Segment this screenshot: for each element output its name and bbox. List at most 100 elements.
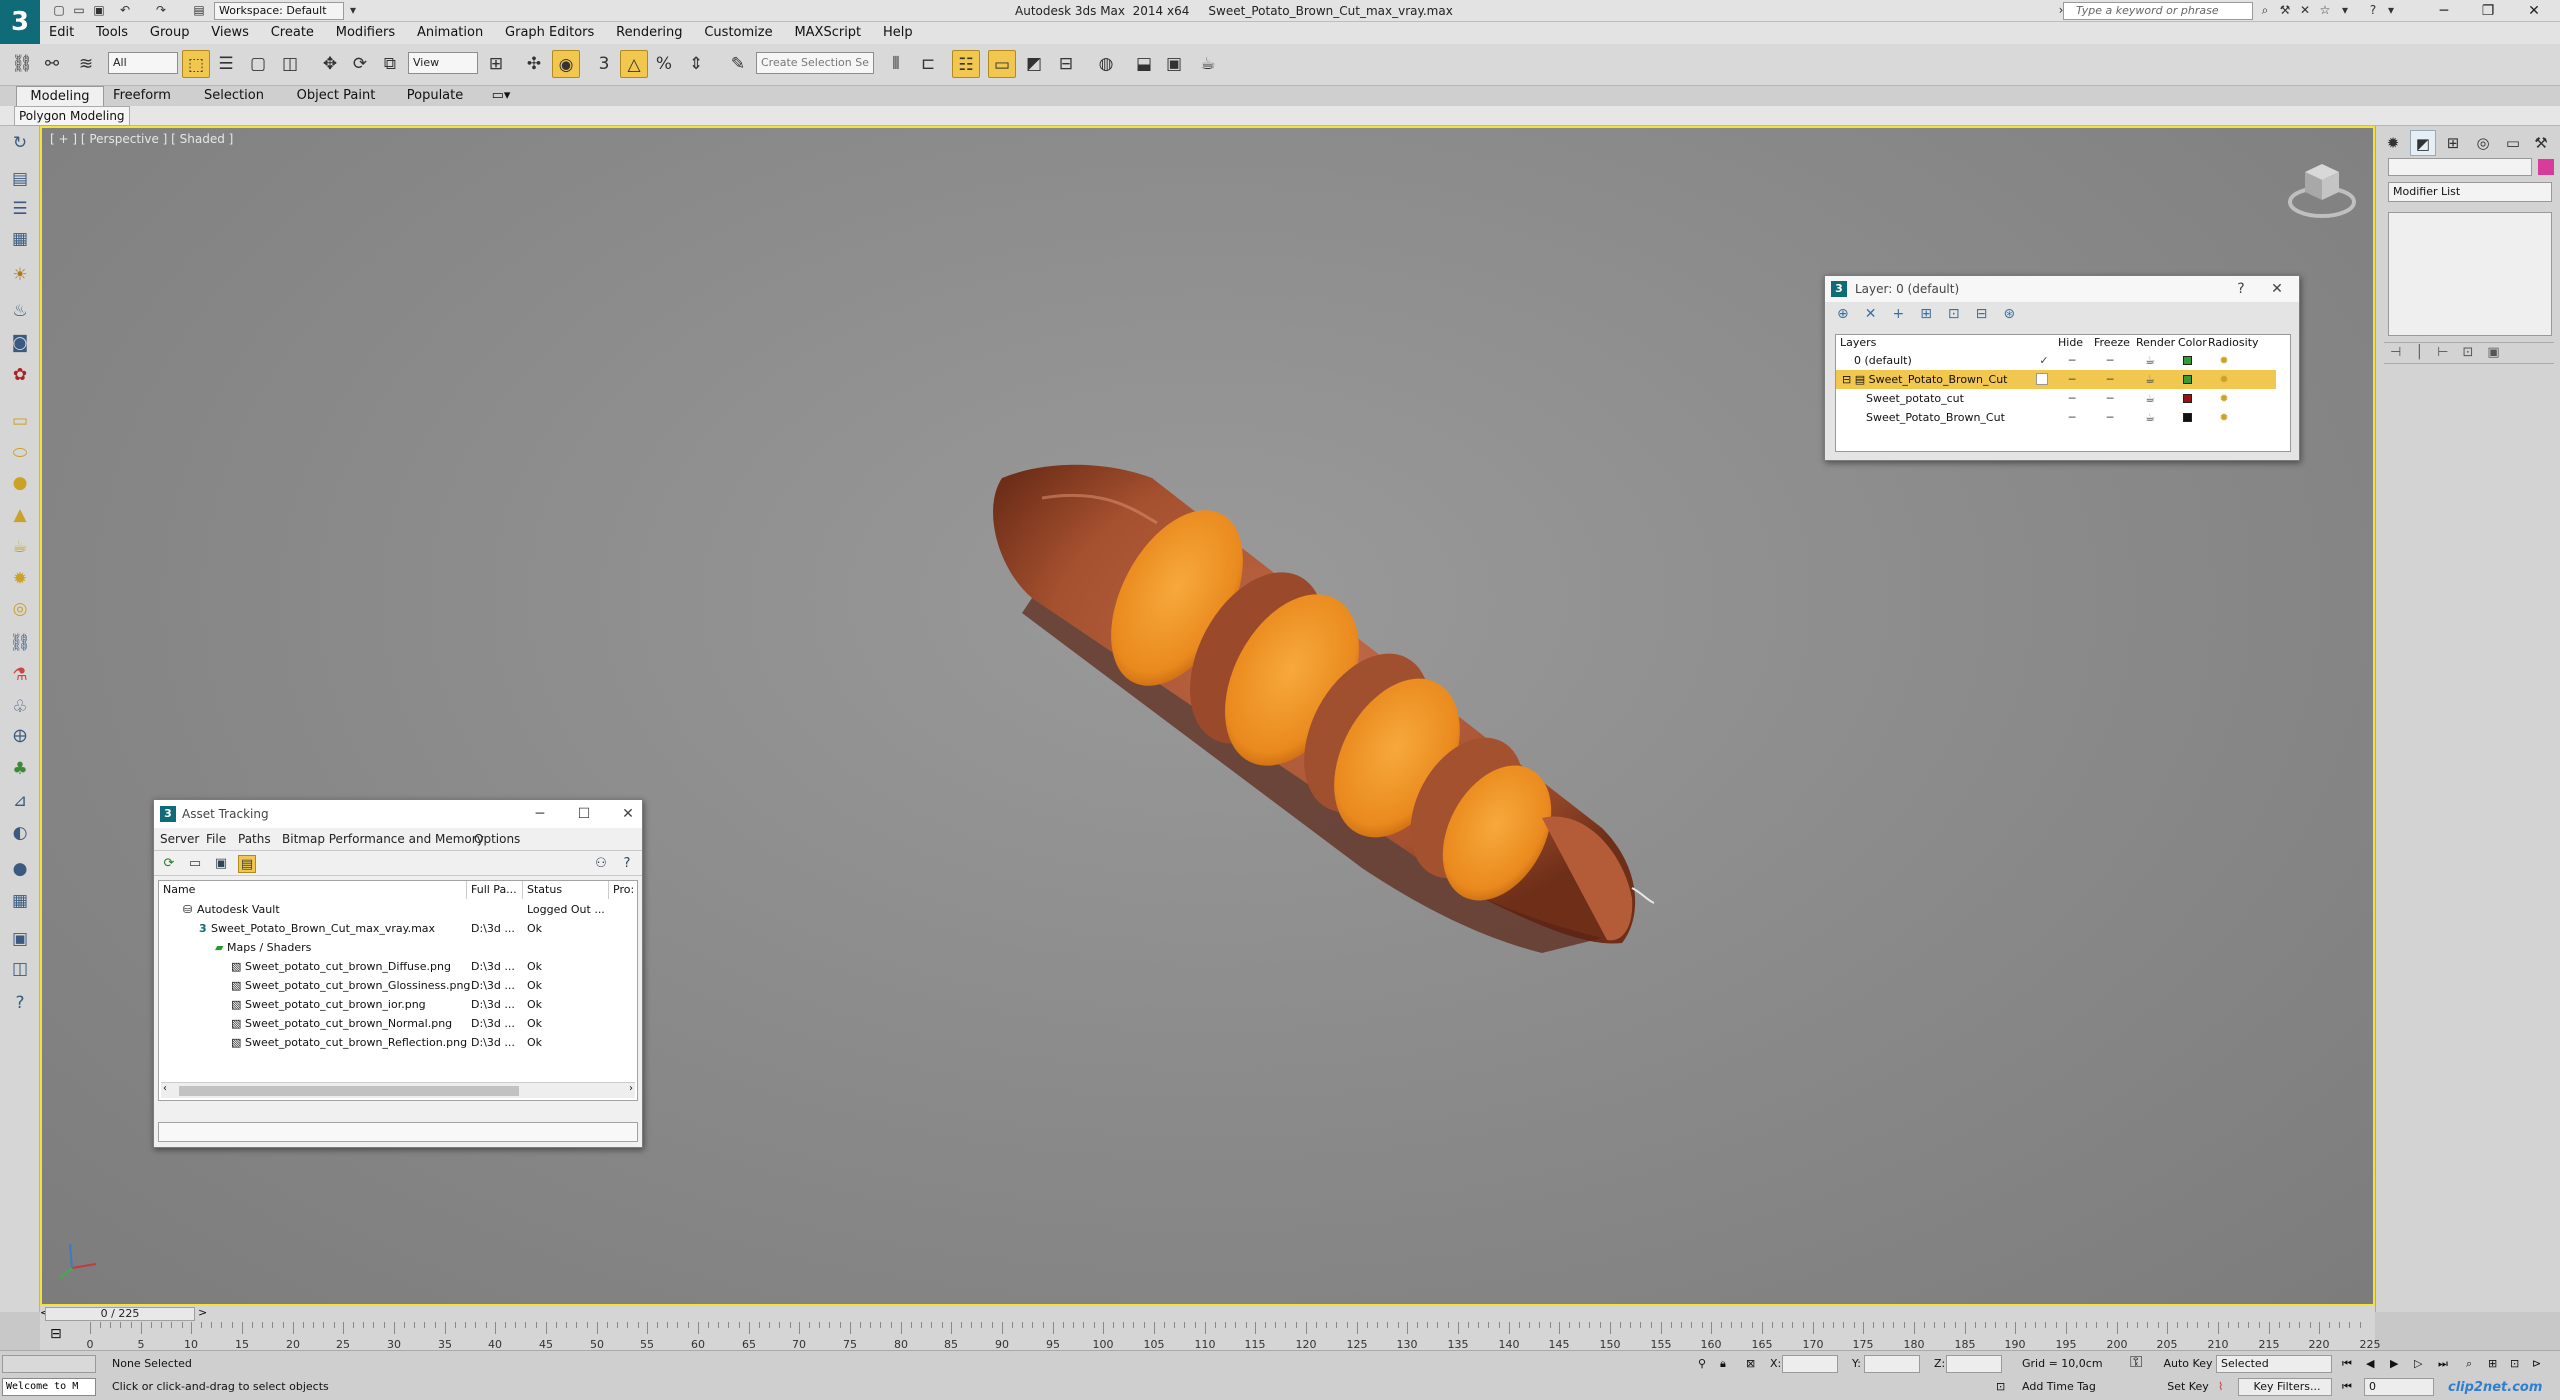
pivot-center-icon[interactable]: ⊞ — [482, 50, 510, 78]
render-teapot-icon[interactable]: ☕ — [2142, 389, 2158, 408]
foliage-icon[interactable]: ♣ — [6, 756, 34, 782]
freeze-toggle[interactable]: ─ — [2102, 408, 2118, 427]
layer-row[interactable]: 0 (default) ✓ ─ ─ ☕ ✹ — [1836, 351, 2276, 370]
column-name[interactable]: Name — [159, 881, 467, 899]
refresh-icon[interactable]: ⟳ — [160, 855, 178, 873]
open-file-icon[interactable]: ▭ — [70, 2, 88, 19]
column-render[interactable]: Render — [2136, 335, 2175, 351]
current-layer-check[interactable]: ✓ — [2036, 351, 2052, 370]
keyboard-shortcut-override-icon[interactable]: ◉ — [552, 50, 580, 78]
layer-dialog-title[interactable]: Layer: 0 (default) — [1825, 276, 2299, 302]
current-frame-field[interactable]: 0 — [2364, 1378, 2434, 1396]
undo-icon[interactable]: ↶ — [116, 2, 134, 19]
layer-color-swatch[interactable] — [2183, 356, 2192, 365]
menu-graph-editors[interactable]: Graph Editors — [496, 22, 603, 44]
column-color[interactable]: Color — [2178, 335, 2207, 351]
default-in-out-tangent-icon[interactable]: ⌇ — [2218, 1378, 2223, 1396]
key-mode-dropdown[interactable]: Selected — [2216, 1355, 2332, 1373]
asset-row[interactable]: ▰ Maps / Shaders — [159, 938, 637, 957]
help-search-input[interactable]: Type a keyword or phrase — [2063, 2, 2253, 20]
snaps-toggle-icon[interactable]: 3 — [590, 50, 618, 78]
asset-row[interactable]: ▧ Sweet_potato_cut_brown_Glossiness.png … — [159, 976, 637, 995]
stack-controls[interactable]: ⊣│⊢⊡▣ — [2384, 342, 2554, 364]
selection-filter-dropdown[interactable]: All — [108, 52, 178, 74]
menu-help[interactable]: Help — [874, 22, 922, 44]
help-icon[interactable]: ? — [2229, 276, 2253, 302]
project-folder-icon[interactable]: ▤ — [190, 2, 208, 19]
time-slider[interactable]: 0 / 225 — [45, 1307, 195, 1321]
mirror-icon[interactable]: ⫴ — [882, 50, 910, 78]
close-icon[interactable]: ✕ — [616, 801, 640, 827]
chevron-down-icon[interactable]: ▾ — [2382, 2, 2400, 19]
zoom-all-icon[interactable]: ⊞ — [2488, 1355, 2497, 1373]
list-view-icon[interactable]: ▭ — [186, 855, 204, 873]
sphere-icon[interactable]: ● — [6, 470, 34, 496]
menu-maxscript[interactable]: MAXScript — [785, 22, 870, 44]
current-layer-check[interactable] — [2036, 373, 2048, 385]
tab-object-paint[interactable]: Object Paint — [290, 86, 382, 106]
y-coord-field[interactable] — [1864, 1355, 1920, 1373]
key-mode-toggle-icon[interactable]: ⏮ — [2342, 1378, 2352, 1396]
menu-rendering[interactable]: Rendering — [607, 22, 691, 44]
x-coord-field[interactable] — [1782, 1355, 1838, 1373]
layer-row[interactable]: Sweet_Potato_Brown_Cut ─ ─ ☕ ✹ — [1836, 408, 2276, 427]
curve-editor-icon[interactable]: ◩ — [1020, 50, 1048, 78]
scroll-right-icon[interactable]: › — [629, 1083, 633, 1094]
torus-icon[interactable]: ◎ — [6, 596, 34, 622]
table-view-icon[interactable]: ▤ — [238, 855, 256, 873]
layer-manager-icon[interactable]: ☷ — [952, 50, 980, 78]
redo-icon[interactable]: ↷ — [152, 2, 170, 19]
time-tag-icon[interactable]: ⊡ — [1996, 1378, 2005, 1396]
orbit-icon[interactable]: ↻ — [6, 130, 34, 156]
maximize-icon[interactable]: ☐ — [572, 801, 596, 827]
asset-row[interactable]: ▧ Sweet_potato_cut_brown_ior.png D:\3d .… — [159, 995, 637, 1014]
render-icon[interactable]: ▣ — [6, 926, 34, 952]
help-circle-icon[interactable]: ? — [6, 990, 34, 1016]
layer-toolbar[interactable]: ⊕✕+⊞⊡⊟⊛ — [1825, 302, 2299, 326]
mini-curve-editor-icon[interactable]: ⊟ — [50, 1326, 62, 1342]
hide-toggle[interactable]: ─ — [2064, 408, 2080, 427]
cone-icon[interactable]: ▲ — [6, 502, 34, 528]
layer-color-swatch[interactable] — [2183, 394, 2192, 403]
sun-icon[interactable]: ✹ — [6, 566, 34, 592]
app-logo-icon[interactable]: 3 — [0, 0, 40, 44]
spinner-snap-icon[interactable]: ⇕ — [682, 50, 710, 78]
viewport-label[interactable]: [ + ] [ Perspective ] [ Shaded ] — [50, 132, 233, 146]
render-teapot-icon[interactable]: ☕ — [2142, 408, 2158, 427]
helpers-icon[interactable]: ⛓ — [6, 630, 34, 656]
rendered-frame-window-icon[interactable]: ▣ — [1160, 50, 1188, 78]
radiosity-icon[interactable]: ✹ — [2216, 408, 2232, 427]
column-radiosity[interactable]: Radiosity — [2208, 335, 2259, 351]
angle-snap-icon[interactable]: △ — [620, 50, 648, 78]
asset-row[interactable]: ▧ Sweet_potato_cut_brown_Diffuse.png D:\… — [159, 957, 637, 976]
sweet-potato-model[interactable] — [942, 448, 1682, 968]
slider-next-icon[interactable]: > — [198, 1306, 207, 1319]
rotate-icon[interactable]: ⟳ — [346, 50, 374, 78]
render-teapot-icon[interactable]: ☕ — [2142, 351, 2158, 370]
tools-icon[interactable]: ⚒ — [2276, 2, 2294, 19]
menu-modifiers[interactable]: Modifiers — [327, 22, 404, 44]
next-frame-icon[interactable]: ▷ — [2414, 1355, 2422, 1373]
scrollbar-thumb[interactable] — [179, 1086, 519, 1096]
minimize-icon[interactable]: ─ — [528, 801, 552, 827]
asset-row[interactable]: ⛁ Autodesk Vault Logged Out ... — [159, 900, 637, 919]
render-window-icon[interactable]: ◫ — [6, 956, 34, 982]
percent-snap-icon[interactable]: % — [650, 50, 678, 78]
freeze-toggle[interactable]: ─ — [2102, 389, 2118, 408]
teapot-icon[interactable]: ♨ — [6, 298, 34, 324]
calculator-icon[interactable]: ▦ — [6, 888, 34, 914]
particles-icon[interactable]: ⚗ — [6, 662, 34, 688]
modify-tab-icon[interactable]: ◩ — [2410, 130, 2436, 156]
goto-end-icon[interactable]: ⏭ — [2438, 1355, 2448, 1373]
horizontal-scrollbar[interactable]: ‹ › — [161, 1082, 635, 1098]
restore-icon[interactable]: ❐ — [2468, 0, 2508, 22]
menu-server[interactable]: Server — [160, 828, 199, 850]
motion-tab-icon[interactable]: ◎ — [2470, 130, 2496, 156]
column-freeze[interactable]: Freeze — [2094, 335, 2130, 351]
isolate-icon[interactable]: ⚲ — [1698, 1355, 1706, 1373]
select-manipulate-icon[interactable]: ✣ — [520, 50, 548, 78]
save-icon[interactable]: ▣ — [90, 2, 108, 19]
light-icon[interactable]: ☀ — [6, 262, 34, 288]
set-key-button[interactable]: Set Key — [2162, 1378, 2214, 1396]
column-layers[interactable]: Layers — [1840, 335, 1876, 351]
